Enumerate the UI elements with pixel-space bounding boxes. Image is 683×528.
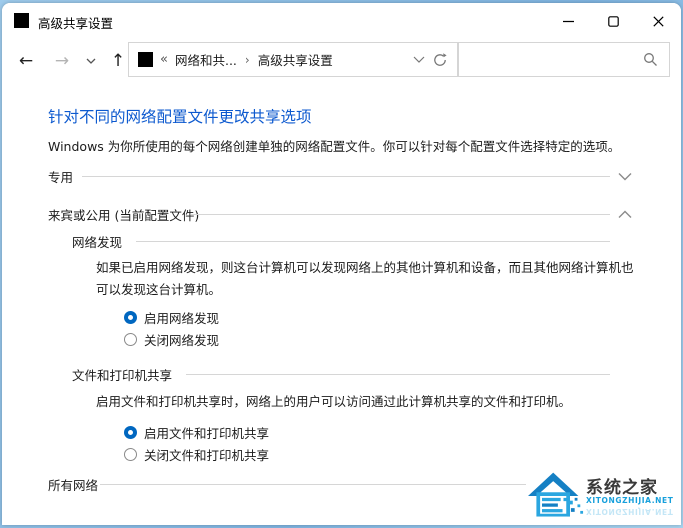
search-icon: [644, 53, 657, 66]
radio-button[interactable]: [124, 447, 137, 461]
breadcrumb-parent[interactable]: 网络和共...: [175, 50, 237, 69]
search-box[interactable]: [458, 42, 670, 77]
minimize-button[interactable]: [546, 3, 591, 39]
network-discovery-title: 网络发现: [72, 232, 123, 251]
advanced-sharing-settings-window: 高级共享设置 ← → ↑ « 网络和共... › 高级共享设置 针对不同的网络配…: [2, 3, 681, 525]
location-icon: [138, 52, 153, 67]
radio-label: 关闭网络发现: [144, 332, 220, 348]
refresh-icon[interactable]: [432, 52, 448, 68]
breadcrumb-current[interactable]: 高级共享设置: [258, 50, 333, 69]
up-icon: ↑: [110, 51, 126, 71]
chevron-up-icon[interactable]: [618, 210, 632, 219]
subsection-network-discovery: 网络发现: [72, 232, 648, 252]
address-bar[interactable]: « 网络和共... › 高级共享设置: [128, 42, 458, 77]
radio-button[interactable]: [124, 310, 137, 324]
titlebar: 高级共享设置: [2, 3, 681, 39]
recent-locations-button[interactable]: [82, 47, 100, 75]
back-icon: ←: [18, 51, 34, 71]
radio-button[interactable]: [124, 332, 137, 346]
section-guest-public[interactable]: 来宾或公用 (当前配置文件): [48, 205, 648, 225]
section-all-networks-title: 所有网络: [48, 475, 99, 494]
section-private[interactable]: 专用: [48, 167, 648, 187]
divider: [191, 214, 610, 215]
radio-option-disable-file-printer-sharing[interactable]: 关闭文件和打印机共享: [124, 445, 269, 463]
window-title: 高级共享设置: [38, 16, 114, 31]
forward-button[interactable]: →: [48, 47, 76, 75]
radio-label: 启用网络发现: [144, 310, 220, 326]
radio-label: 关闭文件和打印机共享: [144, 447, 270, 463]
page-title: 针对不同的网络配置文件更改共享选项: [48, 108, 312, 126]
chevron-down-icon: [86, 58, 96, 64]
close-icon: [653, 15, 664, 27]
watermark-domain: XITONGZHIJIA.NET: [586, 496, 674, 505]
main-content: 针对不同的网络配置文件更改共享选项 Windows 为你所使用的每个网络创建单独…: [2, 83, 681, 525]
breadcrumb-overflow-icon[interactable]: «: [160, 52, 168, 67]
radio-button[interactable]: [124, 425, 137, 439]
network-discovery-description: 如果已启用网络发现，则这台计算机可以发现网络上的其他计算机和设备，而且其他网络计…: [96, 260, 634, 297]
radio-option-enable-file-printer-sharing[interactable]: 启用文件和打印机共享: [124, 423, 269, 441]
radio-option-enable-network-discovery[interactable]: 启用网络发现: [124, 308, 219, 326]
back-button[interactable]: ←: [12, 47, 40, 75]
close-button[interactable]: [636, 3, 681, 39]
navigation-bar: ← → ↑ « 网络和共... › 高级共享设置: [2, 39, 681, 83]
maximize-icon: [608, 15, 619, 27]
subsection-file-printer-sharing: 文件和打印机共享: [72, 365, 648, 385]
divider: [82, 176, 610, 177]
file-printer-sharing-description: 启用文件和打印机共享时，网络上的用户可以访问通过此计算机共享的文件和打印机。: [96, 394, 572, 409]
page-intro: Windows 为你所使用的每个网络创建单独的网络配置文件。你可以针对每个配置文…: [48, 139, 621, 154]
divider: [136, 241, 610, 242]
minimize-icon: [563, 20, 574, 22]
window-controls: [546, 3, 681, 39]
chevron-down-icon[interactable]: [618, 172, 632, 181]
app-icon: [14, 13, 29, 28]
search-input[interactable]: [465, 47, 633, 72]
forward-icon: →: [54, 51, 70, 71]
watermark: 系统之家 XITONGZHIJIA.NET XITONGZHIJIA.NET: [526, 467, 681, 525]
file-printer-sharing-title: 文件和打印机共享: [72, 365, 173, 384]
divider: [186, 374, 610, 375]
breadcrumb-separator-icon: ›: [244, 52, 250, 67]
watermark-logo-icon: [528, 472, 584, 517]
radio-option-disable-network-discovery[interactable]: 关闭网络发现: [124, 330, 219, 348]
section-private-title: 专用: [48, 167, 74, 186]
section-guest-public-title: 来宾或公用 (当前配置文件): [48, 205, 200, 224]
watermark-name: 系统之家: [586, 478, 658, 498]
watermark-reflection: XITONGZHIJIA.NET: [586, 507, 674, 516]
radio-label: 启用文件和打印机共享: [144, 425, 270, 441]
address-dropdown-chevron-icon[interactable]: [413, 56, 425, 63]
maximize-button[interactable]: [591, 3, 636, 39]
